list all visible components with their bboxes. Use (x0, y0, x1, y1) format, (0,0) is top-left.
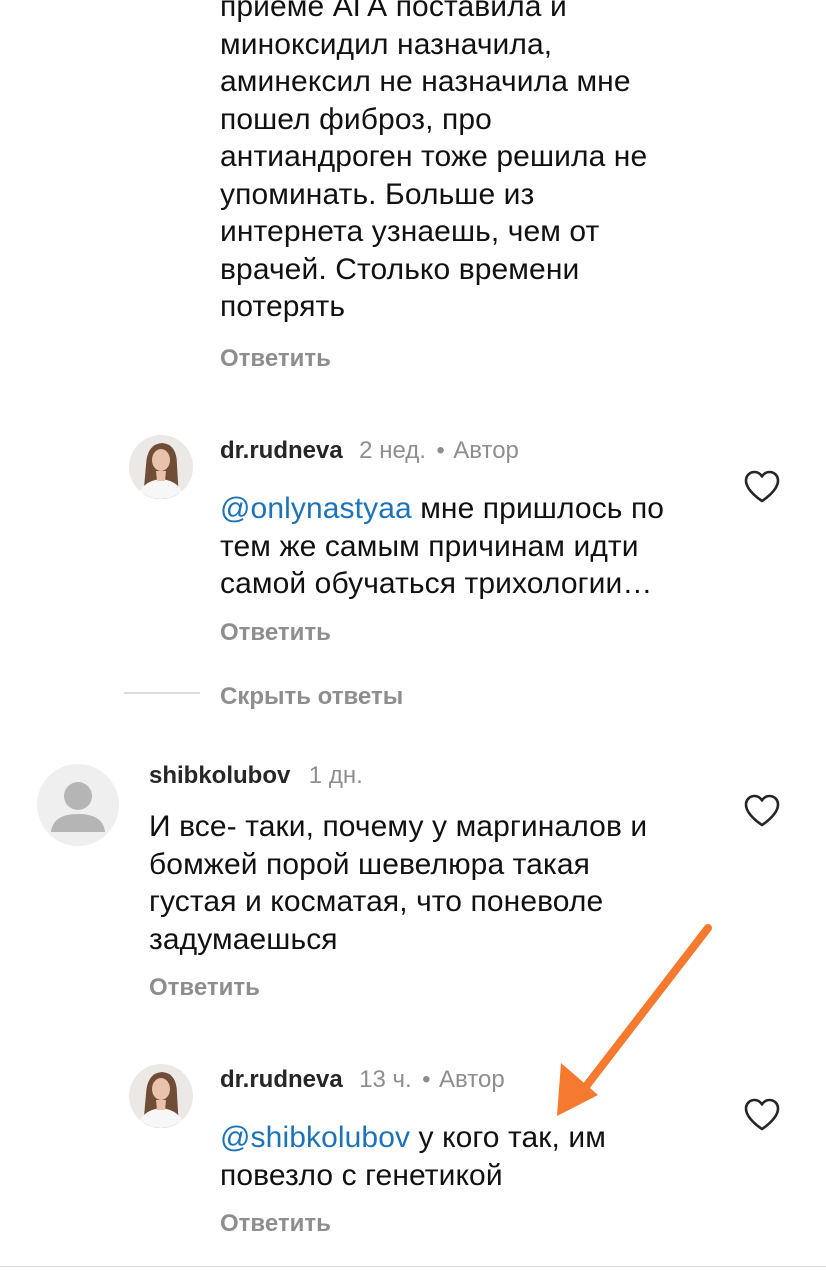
comment-text-line: самой обучаться трихологии… (220, 567, 653, 600)
comment-text: @shibkolubov у кого так, им повезло с ге… (220, 1119, 740, 1194)
author-badge: Автор (439, 1066, 505, 1093)
comment-text-line: упоминать. Больше из (220, 177, 535, 211)
comment-text-line: тем же самым причинам идти (220, 529, 639, 563)
comment-text-fragment: мне пришлось по (411, 492, 665, 525)
username[interactable]: dr.rudneva (220, 437, 343, 464)
heart-outline-icon (744, 794, 780, 827)
avatar[interactable] (129, 435, 193, 499)
like-button[interactable] (742, 792, 782, 833)
author-badge: Автор (453, 437, 519, 464)
comment-text-line: аминексил не назначила мне (220, 65, 631, 98)
separator-dot: • (422, 1066, 431, 1093)
like-button[interactable] (742, 468, 782, 509)
comment-text-line: И все- таки, почему у маргиналов и (149, 810, 648, 843)
profile-photo-icon (129, 435, 193, 499)
heart-outline-icon (744, 470, 780, 503)
username[interactable]: dr.rudneva (220, 1066, 343, 1093)
comment-text-fragment: у кого так, им (410, 1121, 606, 1154)
comment-header: shibkolubov 1 дн. (149, 762, 363, 790)
comment-header: dr.rudneva 2 нед. • Автор (220, 437, 519, 465)
mention-link[interactable]: @onlynastyaa (220, 492, 412, 525)
reply-button[interactable]: Ответить (220, 345, 331, 373)
comment-text-line: интернета узнаешь, чем от (220, 215, 600, 248)
timestamp: 1 дн. (308, 762, 363, 789)
reply-button[interactable]: Ответить (149, 974, 260, 1002)
comment-text: И все- таки, почему у маргиналов и бомже… (149, 808, 729, 958)
comment-text-line: густая и косматая, что поневоле (149, 885, 604, 918)
comment-text-line: миноксидил назначила, (220, 27, 553, 61)
avatar[interactable] (37, 764, 119, 846)
hide-replies-button[interactable]: Скрыть ответы (220, 683, 403, 711)
comment-text: приеме АГА поставила и миноксидил назнач… (220, 0, 780, 326)
hide-replies-divider (124, 692, 200, 694)
username[interactable]: shibkolubov (149, 762, 290, 789)
comment-header: dr.rudneva 13 ч. • Автор (220, 1066, 505, 1094)
timestamp: 2 нед. (359, 437, 426, 464)
reply-button[interactable]: Ответить (220, 1210, 331, 1238)
comment-text-line: задумаешься (149, 922, 338, 956)
comment-text-line: врачей. Столько времени (220, 252, 580, 286)
heart-outline-icon (744, 1098, 780, 1131)
default-user-avatar-icon (37, 764, 119, 846)
comment-text-line: пошел фиброз, про (220, 102, 492, 136)
reply-button[interactable]: Ответить (220, 619, 331, 647)
comment-text-line: @onlynastyaa мне пришлось по (220, 490, 740, 528)
mention-link[interactable]: @shibkolubov (220, 1121, 410, 1154)
like-button[interactable] (742, 1096, 782, 1137)
bottom-divider (0, 1266, 826, 1267)
comment-text-line: приеме АГА поставила и (220, 0, 567, 23)
comment-text-line: потерять (220, 290, 346, 323)
comment-text-line: повезло с генетикой (220, 1158, 503, 1192)
separator-dot: • (436, 437, 445, 464)
comment-text-line: бомжей порой шевелюра такая (149, 847, 590, 881)
comment-text-line: антиандроген тоже решила не (220, 140, 648, 173)
timestamp: 13 ч. (359, 1066, 412, 1093)
comment-text: @onlynastyaa мне пришлось по тем же самы… (220, 490, 740, 603)
avatar[interactable] (129, 1064, 193, 1128)
profile-photo-icon (129, 1064, 193, 1128)
comment-text-line: @shibkolubov у кого так, им (220, 1119, 740, 1157)
